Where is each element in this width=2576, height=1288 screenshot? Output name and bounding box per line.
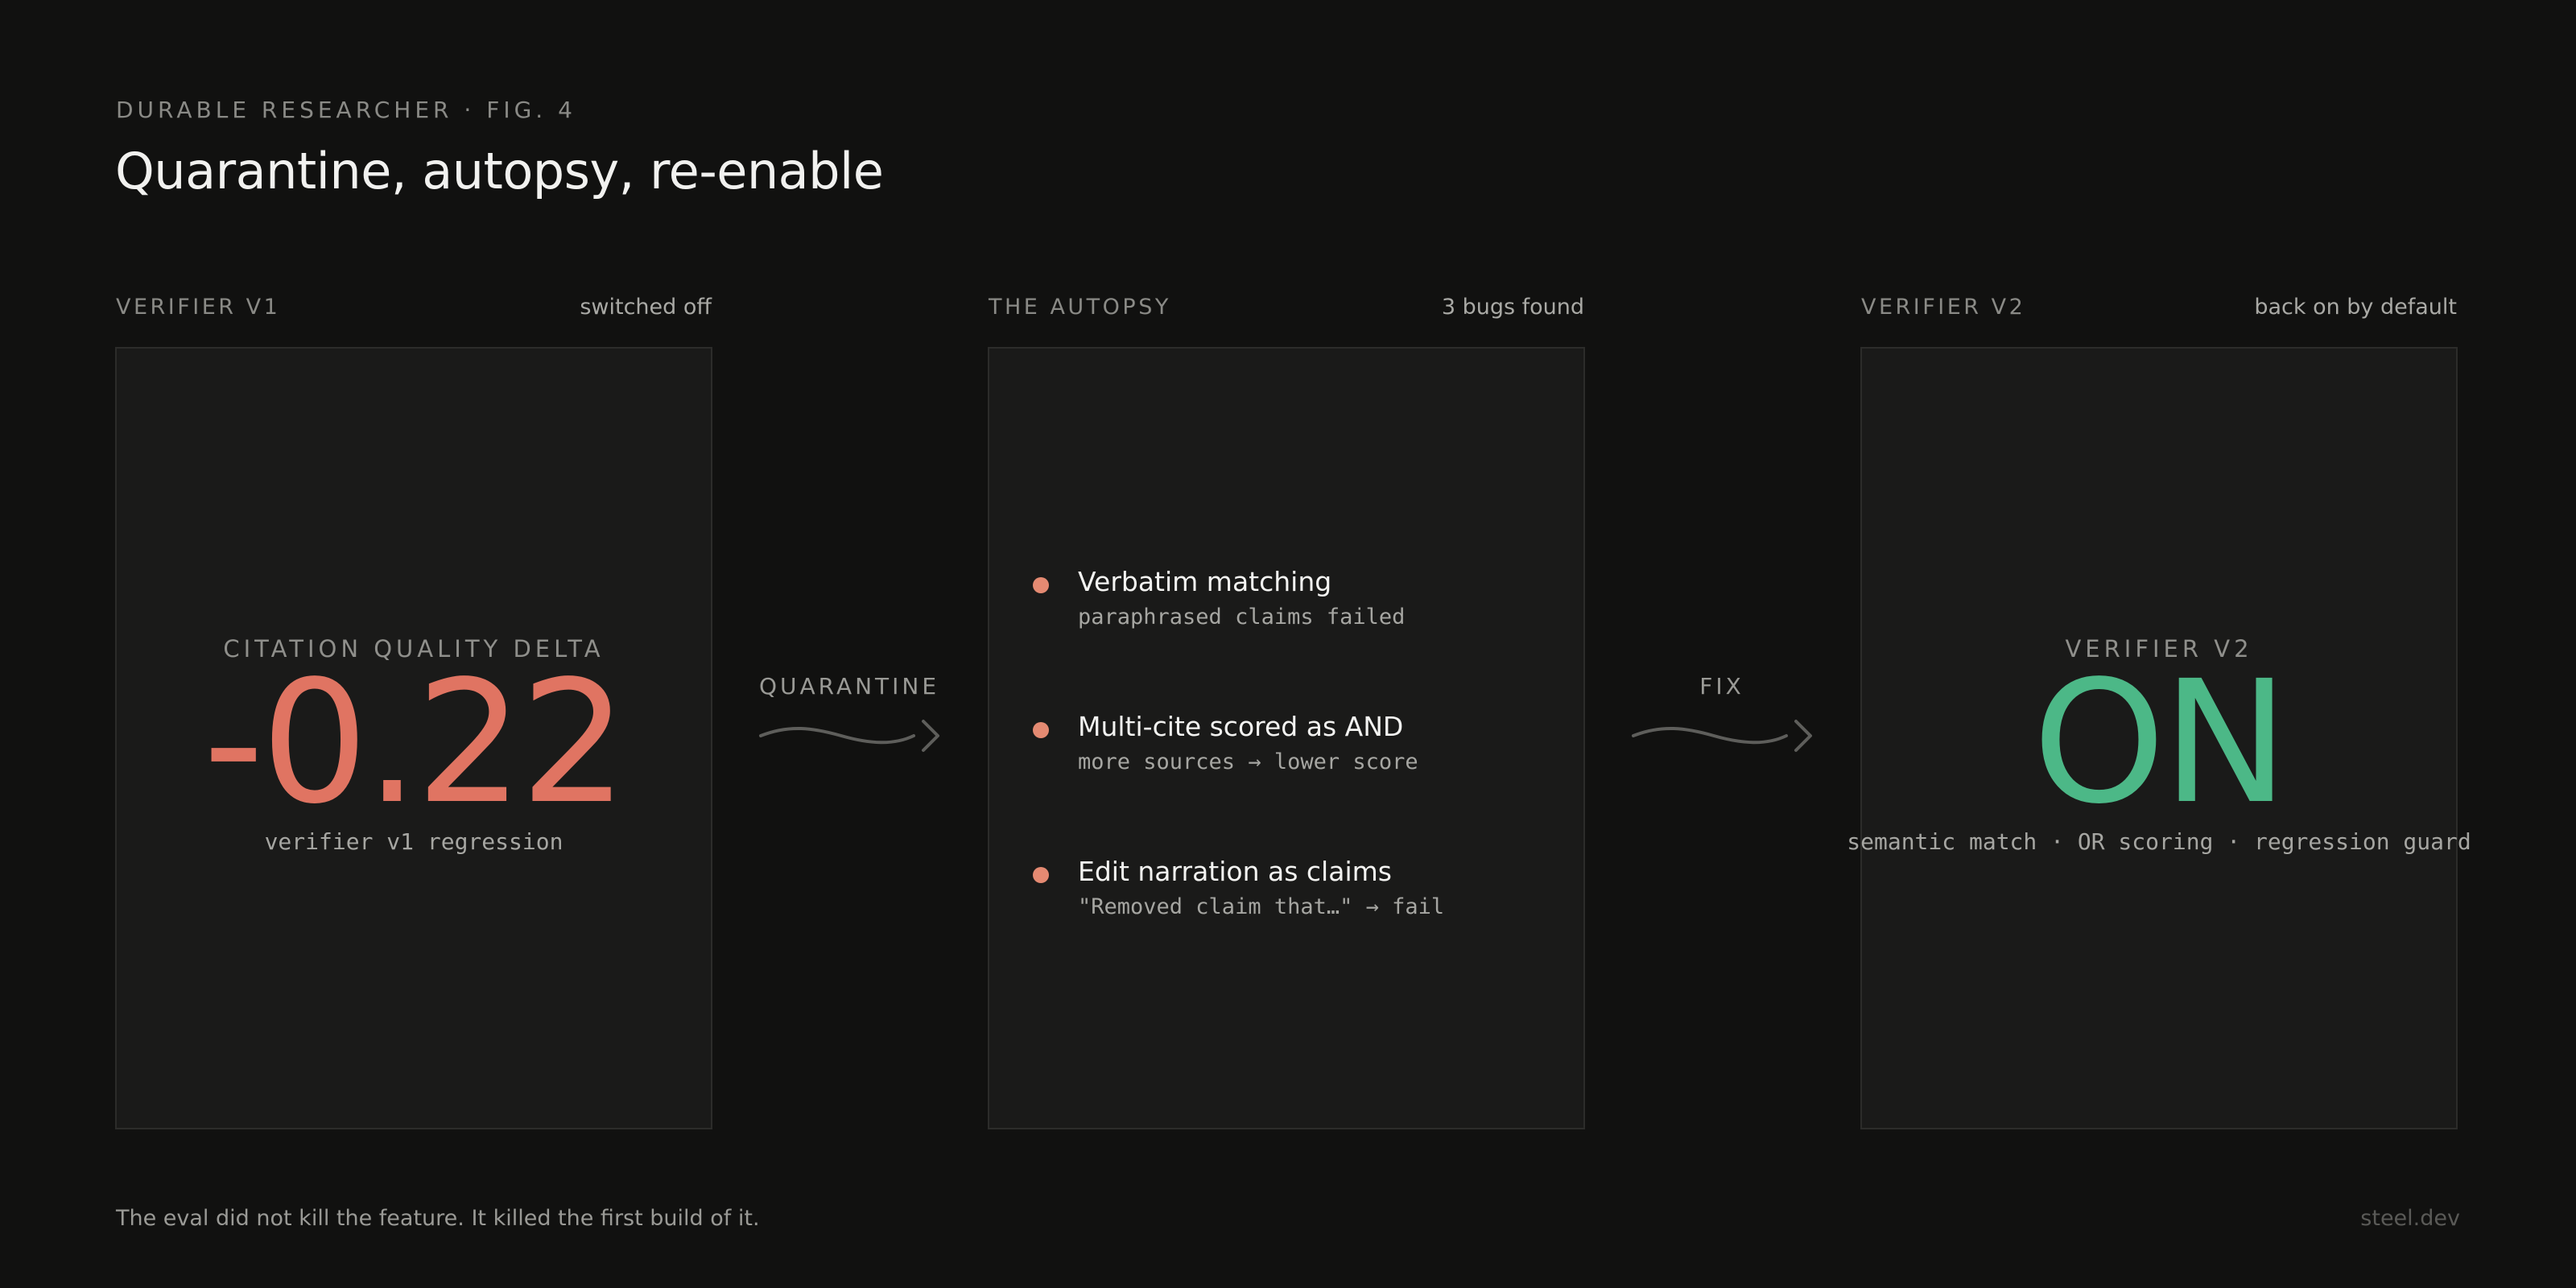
panel-header-verifier-v2: VERIFIER V2 back on by default xyxy=(1861,295,2457,320)
connector-label: FIX xyxy=(1699,673,1744,700)
bug-description: "Removed claim that…" → fail xyxy=(1078,894,1445,919)
figure-page: DURABLE RESEARCHER · FIG. 4 Quarantine, … xyxy=(0,0,2576,1288)
footer-note: The eval did not kill the feature. It ki… xyxy=(116,1206,760,1231)
figure-eyebrow: DURABLE RESEARCHER · FIG. 4 xyxy=(116,97,576,123)
metric-block: CITATION QUALITY DELTA -0.22 verifier v1… xyxy=(117,349,711,1128)
list-item: Multi-cite scored as AND more sources → … xyxy=(1033,711,1567,856)
squiggle-arrow-icon xyxy=(1632,720,1812,752)
squiggle-arrow-icon xyxy=(759,720,939,752)
bug-title: Multi-cite scored as AND xyxy=(1078,711,1404,742)
connector-quarantine: QUARANTINE xyxy=(753,673,946,762)
metric-caption: semantic match · OR scoring · regression… xyxy=(1847,828,2471,855)
panel-label: VERIFIER V2 xyxy=(1861,295,2026,320)
panel-header-autopsy: THE AUTOPSY 3 bugs found xyxy=(989,295,1584,320)
panel-label: VERIFIER V1 xyxy=(116,295,281,320)
metric-block: VERIFIER V2 ON semantic match · OR scori… xyxy=(1847,349,2471,1128)
panel-header-verifier-v1: VERIFIER V1 switched off xyxy=(116,295,712,320)
bullet-dot-icon xyxy=(1033,577,1049,593)
bug-description: paraphrased claims failed xyxy=(1078,605,1406,630)
figure-title: Quarantine, autopsy, re-enable xyxy=(115,142,884,200)
metric-caption: verifier v1 regression xyxy=(264,828,564,855)
connector-label: QUARANTINE xyxy=(758,673,940,700)
bug-title: Verbatim matching xyxy=(1078,566,1332,597)
bullet-dot-icon xyxy=(1033,722,1049,738)
panel-status: switched off xyxy=(580,295,712,320)
footer-brand: steel.dev xyxy=(2360,1206,2460,1231)
bug-description: more sources → lower score xyxy=(1078,749,1418,774)
list-item: Edit narration as claims "Removed claim … xyxy=(1033,856,1567,1001)
bug-title: Edit narration as claims xyxy=(1078,856,1392,887)
panel-autopsy: Verbatim matching paraphrased claims fai… xyxy=(988,347,1585,1129)
metric-value: -0.22 xyxy=(203,644,627,841)
panel-label: THE AUTOPSY xyxy=(989,295,1171,320)
panel-status: back on by default xyxy=(2254,295,2457,320)
panel-verifier-v2: VERIFIER V2 ON semantic match · OR scori… xyxy=(1847,347,2471,1129)
list-item: Verbatim matching paraphrased claims fai… xyxy=(1033,566,1567,711)
bullet-dot-icon xyxy=(1033,867,1049,883)
bug-list: Verbatim matching paraphrased claims fai… xyxy=(1033,566,1567,1001)
panel-verifier-v1: CITATION QUALITY DELTA -0.22 verifier v1… xyxy=(115,347,712,1129)
panel-status: 3 bugs found xyxy=(1441,295,1584,320)
connector-fix: FIX xyxy=(1625,673,1818,762)
metric-value: ON xyxy=(2032,644,2289,841)
